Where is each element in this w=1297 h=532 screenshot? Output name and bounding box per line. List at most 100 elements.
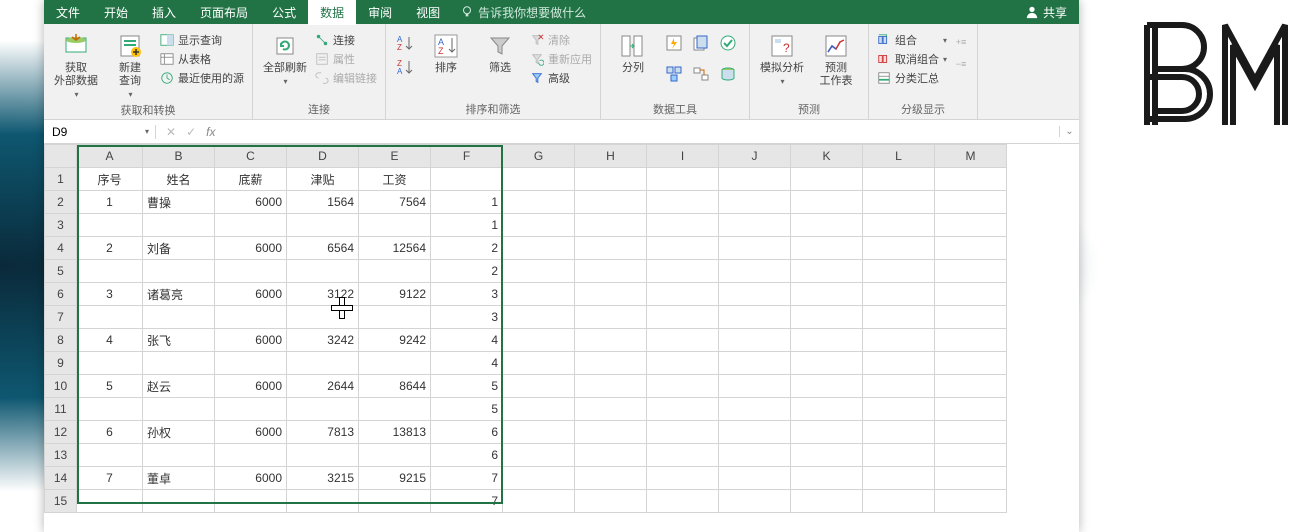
cell-G8[interactable] [503,329,575,352]
cell-L10[interactable] [863,375,935,398]
enter-icon[interactable]: ✓ [186,125,196,139]
cell-A2[interactable]: 1 [77,191,143,214]
cell-C3[interactable] [215,214,287,237]
cell-L1[interactable] [863,168,935,191]
cell-G3[interactable] [503,214,575,237]
cell-D2[interactable]: 1564 [287,191,359,214]
col-header-C[interactable]: C [215,145,287,168]
cell-C14[interactable]: 6000 [215,467,287,490]
cell-C5[interactable] [215,260,287,283]
cell-J7[interactable] [719,306,791,329]
cell-I4[interactable] [647,237,719,260]
col-header-J[interactable]: J [719,145,791,168]
cell-F15[interactable]: 7 [431,490,503,513]
row-header-4[interactable]: 4 [45,237,77,260]
cell-E8[interactable]: 9242 [359,329,431,352]
properties-button[interactable]: 属性 [315,51,377,67]
cell-G10[interactable] [503,375,575,398]
new-query-button[interactable]: 新建 查询▾ [106,28,154,100]
cell-G15[interactable] [503,490,575,513]
external-data-button[interactable]: 获取 外部数据▾ [52,28,100,100]
row-header-10[interactable]: 10 [45,375,77,398]
cell-D15[interactable] [287,490,359,513]
cell-A3[interactable] [77,214,143,237]
menu-tab-公式[interactable]: 公式 [260,0,308,25]
col-header-G[interactable]: G [503,145,575,168]
cell-J3[interactable] [719,214,791,237]
cell-B6[interactable]: 诸葛亮 [143,283,215,306]
show-detail-button[interactable]: +≡ [953,34,969,50]
cell-A13[interactable] [77,444,143,467]
remove-dup-button[interactable] [690,32,712,54]
cell-D14[interactable]: 3215 [287,467,359,490]
row-header-14[interactable]: 14 [45,467,77,490]
cell-G9[interactable] [503,352,575,375]
row-header-8[interactable]: 8 [45,329,77,352]
col-header-B[interactable]: B [143,145,215,168]
menu-tab-开始[interactable]: 开始 [92,0,140,25]
cell-M10[interactable] [935,375,1007,398]
cell-D7[interactable] [287,306,359,329]
cell-I15[interactable] [647,490,719,513]
cell-H7[interactable] [575,306,647,329]
cell-H9[interactable] [575,352,647,375]
cell-E10[interactable]: 8644 [359,375,431,398]
cell-B7[interactable] [143,306,215,329]
cell-I10[interactable] [647,375,719,398]
cell-M3[interactable] [935,214,1007,237]
row-header-5[interactable]: 5 [45,260,77,283]
cell-J2[interactable] [719,191,791,214]
cell-C4[interactable]: 6000 [215,237,287,260]
cell-E9[interactable] [359,352,431,375]
cell-J14[interactable] [719,467,791,490]
cell-H14[interactable] [575,467,647,490]
cell-A6[interactable]: 3 [77,283,143,306]
cell-F14[interactable]: 7 [431,467,503,490]
cell-L14[interactable] [863,467,935,490]
cell-C15[interactable] [215,490,287,513]
cell-K11[interactable] [791,398,863,421]
col-header-L[interactable]: L [863,145,935,168]
cell-E14[interactable]: 9215 [359,467,431,490]
cell-H1[interactable] [575,168,647,191]
row-header-9[interactable]: 9 [45,352,77,375]
cell-I14[interactable] [647,467,719,490]
row-header-13[interactable]: 13 [45,444,77,467]
cell-C2[interactable]: 6000 [215,191,287,214]
cell-G12[interactable] [503,421,575,444]
cell-A5[interactable] [77,260,143,283]
cell-C10[interactable]: 6000 [215,375,287,398]
cell-H13[interactable] [575,444,647,467]
row-header-2[interactable]: 2 [45,191,77,214]
cell-E3[interactable] [359,214,431,237]
cell-K3[interactable] [791,214,863,237]
cell-M11[interactable] [935,398,1007,421]
cell-A1[interactable]: 序号 [77,168,143,191]
cell-B14[interactable]: 董卓 [143,467,215,490]
cell-G14[interactable] [503,467,575,490]
cell-A7[interactable] [77,306,143,329]
cell-E6[interactable]: 9122 [359,283,431,306]
cell-G13[interactable] [503,444,575,467]
cell-A10[interactable]: 5 [77,375,143,398]
data-validation-button[interactable] [717,32,739,54]
col-header-H[interactable]: H [575,145,647,168]
cell-D11[interactable] [287,398,359,421]
cell-E7[interactable] [359,306,431,329]
cell-B4[interactable]: 刘备 [143,237,215,260]
cell-L13[interactable] [863,444,935,467]
cell-K10[interactable] [791,375,863,398]
cell-H6[interactable] [575,283,647,306]
cell-J13[interactable] [719,444,791,467]
name-box[interactable]: ▾ [46,125,156,139]
cell-I9[interactable] [647,352,719,375]
cell-H15[interactable] [575,490,647,513]
col-header-F[interactable]: F [431,145,503,168]
cell-E1[interactable]: 工资 [359,168,431,191]
row-header-3[interactable]: 3 [45,214,77,237]
from-table-button[interactable]: 从表格 [160,51,244,67]
cell-D3[interactable] [287,214,359,237]
cell-M6[interactable] [935,283,1007,306]
cell-F11[interactable]: 5 [431,398,503,421]
cell-M12[interactable] [935,421,1007,444]
